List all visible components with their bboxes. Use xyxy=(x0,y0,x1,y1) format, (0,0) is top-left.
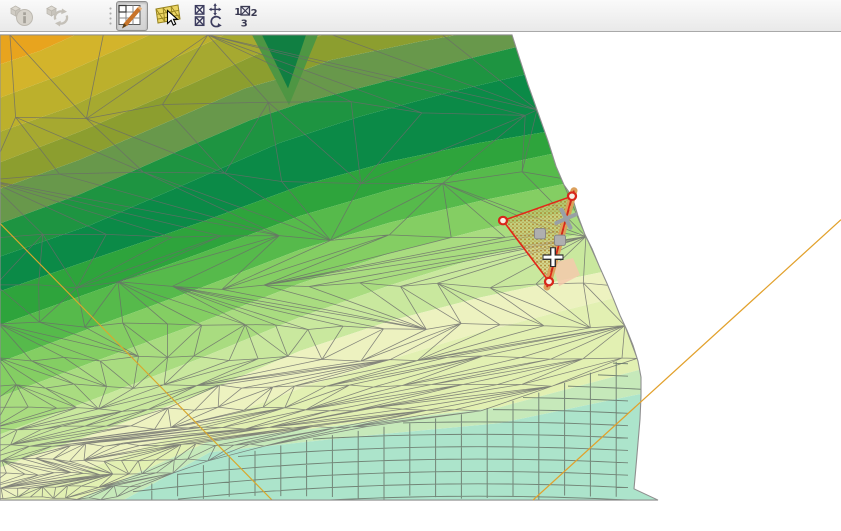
edit-mesh-element-button[interactable] xyxy=(116,1,148,31)
renumber-digit-1: 1 xyxy=(234,7,241,18)
mesh-scene xyxy=(0,33,841,531)
renumber-digit-3: 3 xyxy=(241,18,248,28)
renumber-nodes-button[interactable]: 1 2 3 xyxy=(229,1,261,31)
renumber-icon: 1 2 3 xyxy=(232,4,258,28)
midpoint-drag-handle[interactable] xyxy=(535,229,546,239)
vertex-handle[interactable] xyxy=(499,217,507,225)
info-cube-icon xyxy=(9,4,35,28)
mesh-clipped-layers xyxy=(0,33,680,531)
transform-nodes-button[interactable] xyxy=(193,1,225,31)
mesh-pencil-icon xyxy=(118,2,146,29)
toolbar: 1 2 3 xyxy=(0,0,841,32)
select-mesh-element-button[interactable] xyxy=(152,1,184,31)
vertex-handle[interactable] xyxy=(568,192,576,200)
mesh-cursor-icon xyxy=(154,3,182,29)
midpoint-drag-handle[interactable] xyxy=(555,235,566,245)
nodes-transform-icon xyxy=(194,2,224,29)
mesh-editor-window: { "toolbar": { "buttons": [ {"id": "data… xyxy=(0,0,841,531)
dataset-refresh-button[interactable] xyxy=(42,1,74,31)
dataset-info-button[interactable] xyxy=(6,1,38,31)
toolbar-grip[interactable] xyxy=(107,5,113,27)
mesh-canvas[interactable] xyxy=(0,33,841,531)
refresh-cube-icon xyxy=(45,4,71,28)
vertex-handle[interactable] xyxy=(545,278,553,286)
renumber-digit-2: 2 xyxy=(251,8,258,19)
